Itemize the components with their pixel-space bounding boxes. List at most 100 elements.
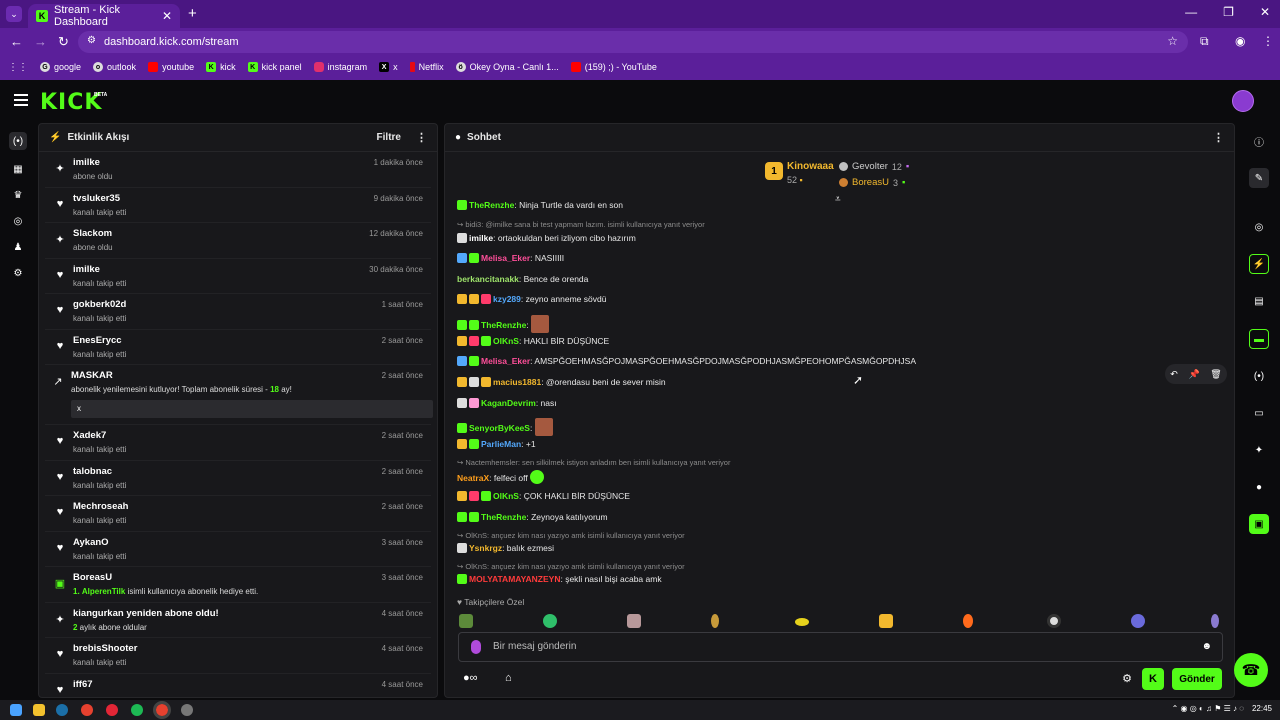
chat-message[interactable]: NeatraX: felfeci off (457, 470, 1222, 484)
chat-username[interactable]: Melisa_Eker (481, 356, 530, 366)
close-tab-icon[interactable]: ✕ (162, 9, 172, 23)
emote[interactable] (627, 614, 641, 628)
chat-message[interactable]: ParlieMan: +1 (457, 439, 1222, 449)
activity-item-resub[interactable]: ✦ kiangurkan yeniden abone oldu! 2 aylık a… (45, 603, 431, 638)
chat-settings-icon[interactable]: ⚙ (1122, 672, 1132, 685)
emote-image[interactable] (534, 418, 553, 436)
filter-button[interactable]: Filtre (377, 132, 401, 143)
close-window-icon[interactable]: ✕ (1260, 5, 1270, 19)
chat-username[interactable]: TheRenzhe (481, 512, 526, 522)
chat-username[interactable]: berkancitanakk (457, 274, 519, 284)
activity-username[interactable]: talobnac (73, 466, 431, 477)
activity-username[interactable]: gokberk02d (73, 299, 431, 310)
chat-username[interactable]: kzy289 (493, 294, 521, 304)
folder-icon[interactable] (33, 704, 45, 716)
chat-username[interactable]: macius1881 (493, 377, 541, 387)
pin-icon[interactable]: 📌 (1188, 369, 1199, 380)
reply-icon[interactable]: ↶ (1170, 369, 1178, 380)
reply-context[interactable]: ↪ bidi3: @imilke sana bi test yapmam laz… (457, 220, 705, 229)
bookmark-outlook[interactable]: o outlook (93, 62, 136, 72)
emote[interactable] (543, 614, 557, 628)
chat-message[interactable]: KaganDevrim: nası (457, 398, 1222, 408)
new-tab-icon[interactable]: + (188, 5, 197, 22)
support-chat-icon[interactable]: ☎ (1234, 653, 1268, 687)
forward-icon[interactable]: → (34, 34, 47, 49)
chat-options-icon[interactable]: ⋮ (1213, 131, 1224, 144)
chat-username[interactable]: TheRenzhe (481, 320, 526, 330)
focus-icon[interactable]: ◎ (1249, 217, 1269, 237)
emote-image[interactable] (530, 470, 545, 484)
activity-item[interactable]: ♥ talobnac kanalı takip etti 2 saat önce (45, 461, 431, 496)
dashboard-icon[interactable]: ▦ (9, 160, 27, 178)
menu-icon[interactable] (14, 94, 28, 106)
broadcast-icon[interactable]: (•) (1249, 366, 1269, 386)
activity-item[interactable]: ✦ imilke abone oldu 1 dakika önce (45, 152, 431, 188)
mic-icon[interactable] (471, 640, 481, 654)
apps-icon[interactable]: ⋮⋮ (8, 62, 28, 73)
emote-image[interactable] (531, 315, 550, 333)
chat-username[interactable]: Ysnkrgz (469, 543, 502, 553)
emote[interactable] (1131, 614, 1145, 628)
browser-menu-icon[interactable]: ⋮ (1262, 34, 1274, 48)
clips-icon[interactable]: ▣ (1249, 514, 1269, 534)
chat-message[interactable]: TheRenzhe: Zeynoya katılıyorum (457, 512, 1222, 522)
activity-username[interactable]: AykanO (73, 537, 431, 548)
trophy-icon[interactable]: ♛ (9, 186, 27, 204)
chat-message[interactable]: Melisa_Eker: NASIIIII (457, 253, 1222, 263)
activity-username[interactable]: brebisShooter (73, 643, 431, 654)
start-icon[interactable] (10, 704, 22, 716)
chat-message[interactable]: kzy289: zeyno anneme sövdü (457, 294, 1222, 304)
emote[interactable] (1211, 614, 1219, 628)
emote[interactable] (1047, 614, 1061, 628)
chrome-icon[interactable] (81, 704, 93, 716)
bookmark-youtube[interactable]: youtube (148, 62, 194, 72)
address-bar[interactable]: ⚙ dashboard.kick.com/stream ☆ (78, 31, 1188, 53)
kick-emotes-button[interactable]: K (1142, 668, 1164, 690)
edit-icon[interactable]: ✎ (1249, 168, 1269, 188)
steam-icon[interactable] (56, 704, 68, 716)
chat-message[interactable]: OlKnS: ÇOK HAKLI BİR DÜŞÜNCE (457, 491, 1222, 501)
chat-input[interactable]: Bir mesaj gönderin ☻ (458, 632, 1223, 662)
emote[interactable] (459, 614, 473, 628)
spotify-icon[interactable] (131, 704, 143, 716)
chat-message[interactable]: OlKnS: HAKLI BİR DÜŞÜNCE (457, 336, 1222, 346)
opera-icon[interactable] (106, 704, 118, 716)
send-button[interactable]: Gönder (1172, 668, 1222, 690)
activity-item[interactable]: ♥ imilke kanalı takip etti 30 dakika önce (45, 259, 431, 294)
activity-username[interactable]: MASKAR (71, 370, 431, 381)
bookmark-kick[interactable]: Kkick (206, 62, 236, 72)
activity-item[interactable]: ♥ gokberk02d kanalı takip etti 1 saat önce (45, 294, 431, 330)
emote[interactable] (795, 618, 809, 626)
reply-context[interactable]: ↪ OlKnS: ançuez kim nası yazıyo amk isim… (457, 531, 685, 540)
store-icon[interactable]: ⌂ (505, 672, 512, 684)
tray-icons[interactable]: ⌃ ◉ ◎ ◐ ♫ ⚑ ☰ ♪ ◌ (1172, 704, 1244, 713)
activity-item-gift[interactable]: ▣ BoreasU 1. AlperenTilk isimli kullanıcıy… (45, 567, 431, 603)
back-icon[interactable]: ← (10, 34, 23, 49)
activity-icon[interactable]: ⚡ (1249, 254, 1269, 274)
emote[interactable] (879, 614, 893, 628)
bookmark-google[interactable]: Ggoogle (40, 62, 81, 72)
chat-icon[interactable]: ▬ (1249, 329, 1269, 349)
activity-item[interactable]: ♥ EnesErycc kanalı takip etti 2 saat önce (45, 330, 431, 365)
community-icon[interactable]: ♟ (9, 238, 27, 256)
chat-message[interactable]: berkancitanakk: Bence de orenda (457, 274, 1222, 284)
emoji-icon[interactable]: ☻ (1201, 641, 1212, 652)
obs-icon[interactable] (181, 704, 193, 716)
chat-message[interactable]: macius1881: @orendasu beni de sever misi… (457, 377, 1222, 387)
extensions-icon[interactable]: ⧉ (1200, 34, 1209, 49)
chat-message[interactable]: Melisa_Eker: AMSPĞOEHMASĞPOJMASPĞOEHMASĞ… (457, 356, 1222, 366)
settings-icon[interactable]: ⚙ (9, 264, 27, 282)
activity-username[interactable]: EnesErycc (73, 335, 431, 346)
leader-name[interactable]: Kinowaaa (787, 161, 834, 172)
activity-item[interactable]: ♥ iff67 4 saat önce (45, 674, 431, 698)
chat-username[interactable]: MOLYATAMAYANZEYN (469, 574, 560, 584)
chat-message[interactable]: imilke: ortaokuldan beri izliyom cibo ha… (457, 233, 1222, 243)
bookmark-okey[interactable]: ö Okey Oyna - Canlı 1... (455, 62, 559, 72)
activity-username[interactable]: BoreasU (73, 572, 431, 583)
bookmark-x[interactable]: Xx (379, 62, 398, 72)
reload-icon[interactable]: ↻ (58, 34, 69, 50)
chat-message[interactable]: Ysnkrgz: balık ezmesi (457, 543, 1222, 553)
bookmark-netflix[interactable]: Netflix (409, 62, 444, 72)
activity-item[interactable]: ♥ brebisShooter kanalı takip etti 4 saat ön… (45, 638, 431, 674)
more-options-icon[interactable]: ⋮ (416, 131, 427, 144)
